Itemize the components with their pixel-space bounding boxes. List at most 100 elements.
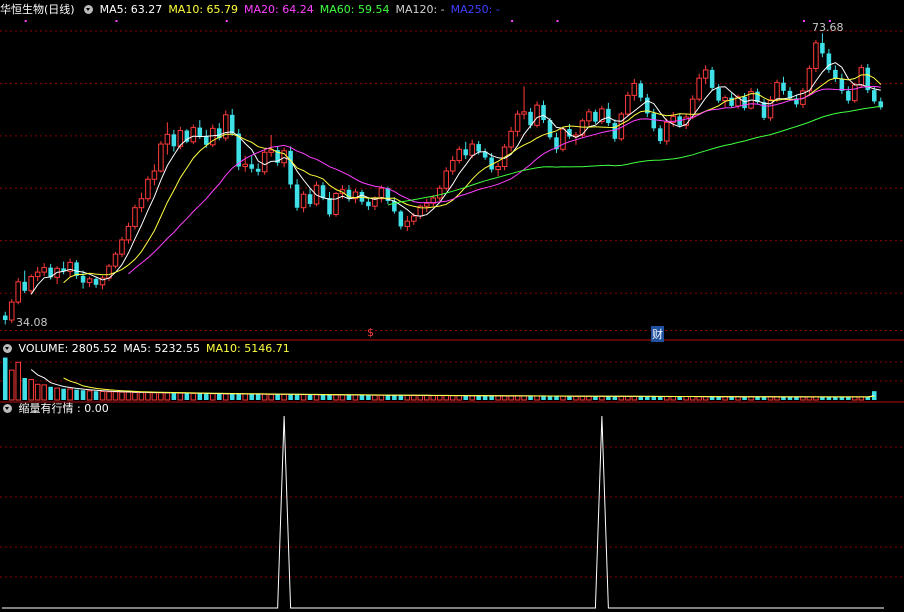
candle-body	[2, 315, 8, 321]
volume-bar	[158, 392, 164, 401]
volume-bar	[677, 396, 682, 400]
candle-body	[294, 184, 300, 208]
volume-bar	[2, 357, 8, 400]
indicator-panel-header: 缩量有行情 : 0.00	[0, 402, 115, 416]
volume-legend-item-0: VOLUME: 2805.52	[18, 342, 118, 355]
volume-bar	[300, 394, 307, 401]
candle-body	[612, 123, 618, 139]
volume-bar	[495, 395, 501, 401]
volume-bar	[281, 393, 287, 401]
candle-body	[34, 271, 41, 278]
volume-panel-menu-icon[interactable]	[3, 344, 12, 353]
signal-dot-2	[225, 20, 228, 22]
candle-body	[593, 111, 598, 122]
candle-body	[184, 130, 190, 142]
volume-bar	[249, 394, 254, 400]
ma10-line	[63, 74, 882, 284]
candle-body	[333, 192, 339, 215]
ma-legend: MA5: 63.27 MA10: 65.79 MA20: 64.24 MA60: 59…	[100, 3, 506, 16]
volume-bar	[93, 391, 99, 400]
volume-bar	[449, 395, 456, 401]
candle-body	[742, 96, 747, 109]
volume-legend-item-2: MA10: 5146.71	[205, 342, 290, 355]
indicator-legend: 缩量有行情 : 0.00	[18, 402, 109, 415]
volume-bar	[463, 395, 468, 400]
volume-bar	[261, 393, 268, 401]
candle-body	[508, 130, 514, 148]
candle-body	[138, 198, 145, 209]
candle-body	[300, 193, 307, 209]
volume-bar	[689, 396, 696, 401]
volume-bar	[469, 395, 475, 401]
candle-body	[463, 149, 468, 156]
candle-body	[132, 207, 138, 227]
candle-body	[171, 134, 177, 147]
candle-body	[404, 220, 411, 227]
candle-body	[449, 160, 456, 172]
volume-bar	[404, 394, 411, 401]
candle-body	[761, 102, 767, 118]
volume-bar	[151, 392, 158, 401]
volume-bar	[177, 392, 184, 401]
volume-bar	[171, 393, 177, 400]
ma-legend-item-2: MA20: 64.24	[244, 3, 314, 16]
volume-bar	[15, 361, 21, 401]
volume-bar	[657, 396, 663, 400]
volume-bar	[683, 396, 689, 401]
volume-bar	[579, 395, 586, 401]
volume-bar	[430, 395, 437, 401]
volume-bar	[54, 387, 60, 401]
volume-bar	[417, 394, 424, 401]
volume-bar	[80, 390, 86, 400]
candle-body	[560, 128, 566, 150]
price-low-label: 34.08	[16, 316, 48, 329]
candle-body	[813, 42, 819, 69]
signal-dot-0	[24, 20, 27, 22]
candle-body	[249, 164, 254, 169]
ma-legend-item-4: MA120: -	[395, 3, 445, 16]
candle-body	[534, 104, 540, 126]
volume-bar	[61, 388, 66, 400]
volume-bar	[125, 391, 132, 401]
volume-bar	[132, 391, 138, 401]
panel-menu-icon[interactable]	[84, 5, 94, 14]
event-badge-dividend[interactable]: $	[367, 326, 374, 339]
volume-bar	[204, 393, 209, 400]
volume-bar	[119, 391, 125, 401]
volume-bar	[508, 395, 514, 401]
candle-body	[852, 84, 858, 102]
volume-bar	[521, 395, 527, 401]
volume-bar	[346, 394, 352, 400]
volume-bar	[456, 395, 462, 401]
indicator-panel-menu-icon[interactable]	[3, 404, 12, 413]
candle-body	[145, 178, 151, 200]
event-badge-finance[interactable]: 财	[651, 326, 664, 342]
price-panel-header: 华恒生物(日线) MA5: 63.27 MA10: 65.79 MA20: 64.2…	[0, 3, 506, 17]
candle-body	[112, 253, 119, 267]
ma-legend-item-5: MA250: -	[450, 3, 500, 16]
candle-body	[307, 194, 313, 204]
volume-bar	[288, 394, 293, 400]
candle-body	[521, 111, 527, 115]
stock-name: 华恒生物	[0, 3, 44, 16]
candle-body	[820, 42, 825, 54]
signal-dot-1	[115, 20, 118, 22]
volume-bars	[2, 357, 877, 401]
volume-bar	[229, 393, 235, 400]
candle-body	[716, 87, 721, 101]
candle-body	[229, 114, 235, 134]
volume-bar	[138, 391, 145, 401]
signal-dot-5	[802, 20, 805, 22]
candle-body	[625, 94, 631, 115]
volume-bar	[554, 396, 559, 400]
volume-bar	[339, 394, 346, 401]
volume-bar	[489, 395, 494, 400]
ma-legend-item-0: MA5: 63.27	[99, 3, 163, 16]
volume-bar	[74, 389, 79, 400]
volume-bar	[748, 396, 754, 401]
volume-bar	[190, 392, 197, 401]
candle-body	[424, 202, 430, 207]
volume-bar	[242, 393, 248, 401]
volume-bar	[599, 395, 605, 401]
volume-bar	[106, 391, 112, 401]
